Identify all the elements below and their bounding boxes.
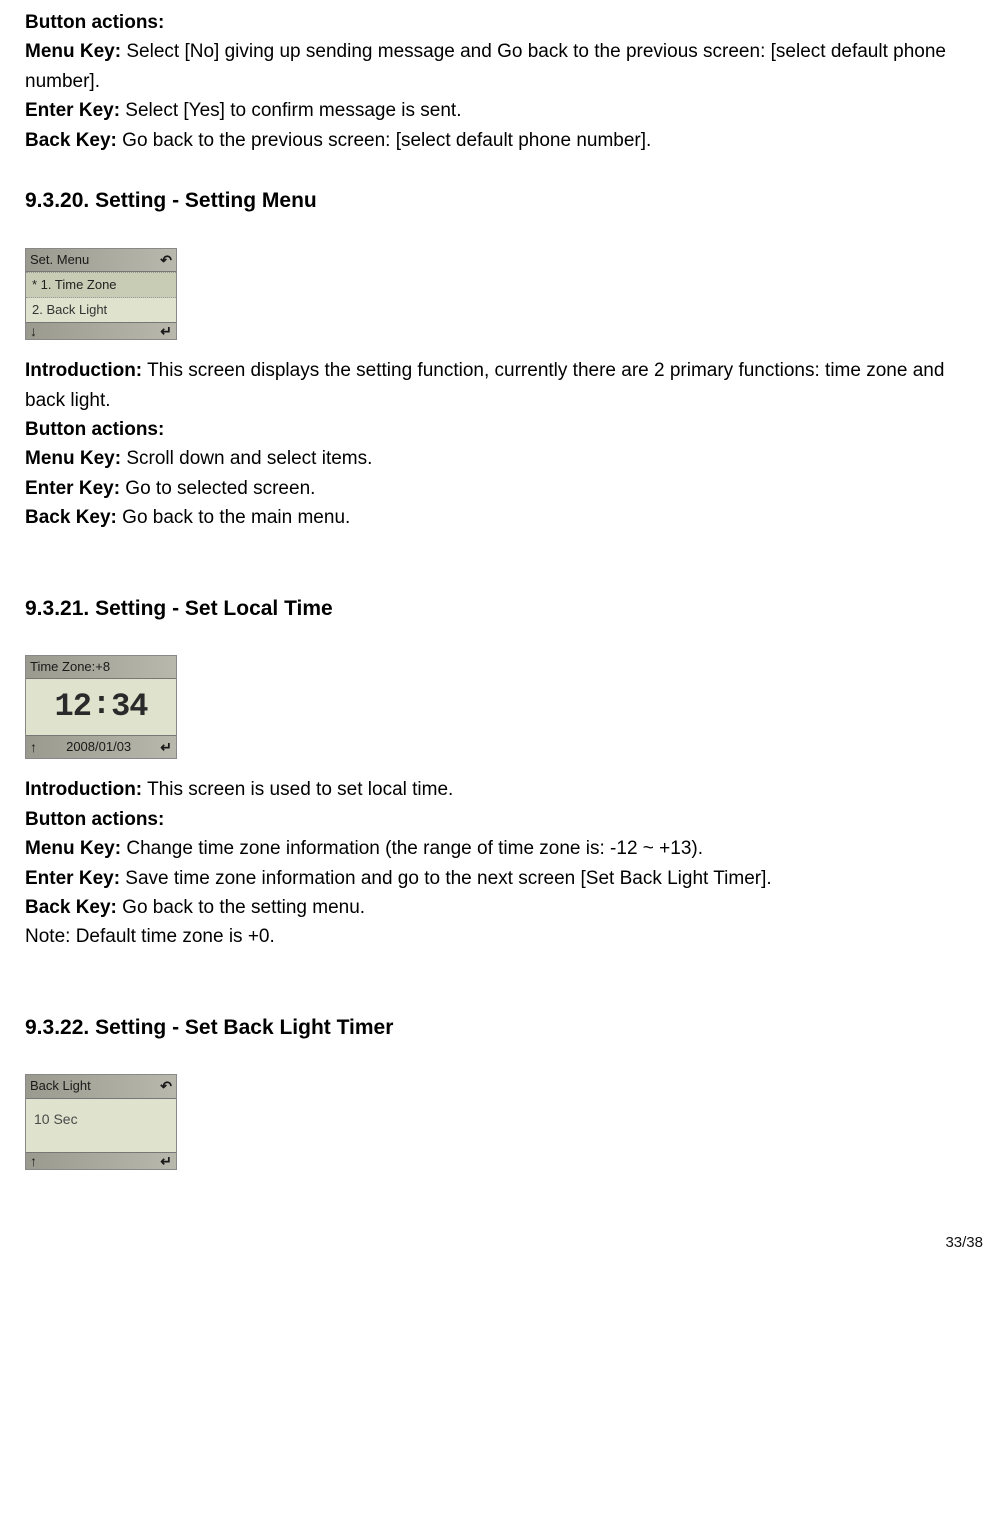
screen-titlebar: Time Zone:+8	[26, 656, 176, 679]
back-icon: ↶	[160, 253, 172, 267]
screen-body: * 1. Time Zone 2. Back Light	[26, 272, 176, 322]
heading-9-3-20: 9.3.20. Setting - Setting Menu	[25, 185, 983, 218]
back-icon: ↶	[160, 1079, 172, 1093]
time-zone-screenshot: Time Zone:+8 12:34 ↑ 2008/01/03 ↵	[25, 655, 177, 759]
intro-label: Introduction:	[25, 779, 142, 800]
up-arrow-icon: ↑	[30, 740, 37, 754]
screen-footer: ↑ ↵	[26, 1152, 176, 1169]
footer-date: 2008/01/03	[37, 737, 160, 757]
menu-key-text: Scroll down and select items.	[121, 448, 372, 469]
heading-number: 9.3.20.	[25, 189, 89, 212]
screen-footer: ↓ ↵	[26, 322, 176, 339]
screen-title: Time Zone:+8	[30, 657, 110, 677]
screen-titlebar: Set. Menu ↶	[26, 249, 176, 272]
intro-label: Introduction:	[25, 360, 142, 381]
menu-item-time-zone: * 1. Time Zone	[26, 272, 176, 298]
down-arrow-icon: ↓	[30, 324, 37, 338]
heading-9-3-21: 9.3.21. Setting - Set Local Time	[25, 593, 983, 626]
button-actions-label: Button actions:	[25, 12, 164, 33]
page-number: 33/38	[25, 1231, 983, 1254]
button-actions-label: Button actions:	[25, 419, 164, 440]
clock-display: 12:34	[26, 679, 176, 735]
menu-key-label: Menu Key:	[25, 838, 121, 859]
enter-key-label: Enter Key:	[25, 100, 120, 121]
enter-icon: ↵	[160, 740, 172, 754]
enter-key-label: Enter Key:	[25, 868, 120, 889]
back-light-screenshot: Back Light ↶ 10 Sec ↑ ↵	[25, 1074, 177, 1170]
screen-title: Back Light	[30, 1076, 91, 1096]
menu-key-text: Select [No] giving up sending message an…	[25, 41, 946, 91]
back-key-text: Go back to the setting menu.	[117, 897, 365, 918]
button-actions-label: Button actions:	[25, 809, 164, 830]
enter-icon: ↵	[160, 1154, 172, 1168]
note-text: Note: Default time zone is +0.	[25, 922, 983, 951]
clock-time: 12	[54, 682, 90, 732]
enter-key-text: Save time zone information and go to the…	[120, 868, 772, 889]
back-key-label: Back Key:	[25, 897, 117, 918]
heading-title: Setting - Setting Menu	[95, 189, 317, 212]
heading-9-3-22: 9.3.22. Setting - Set Back Light Timer	[25, 1012, 983, 1045]
back-key-text: Go back to the main menu.	[117, 507, 350, 528]
enter-icon: ↵	[160, 324, 172, 338]
up-arrow-icon: ↑	[30, 1154, 37, 1168]
section-9-3-20-body: Introduction: This screen displays the s…	[25, 356, 983, 533]
screen-title: Set. Menu	[30, 250, 89, 270]
section-continued: Button actions: Menu Key: Select [No] gi…	[25, 8, 983, 155]
heading-number: 9.3.21.	[25, 597, 89, 620]
menu-key-text: Change time zone information (the range …	[121, 838, 703, 859]
screen-footer: ↑ 2008/01/03 ↵	[26, 735, 176, 758]
screen-titlebar: Back Light ↶	[26, 1075, 176, 1098]
enter-key-text: Select [Yes] to confirm message is sent.	[120, 100, 461, 121]
intro-text: This screen displays the setting functio…	[25, 360, 944, 410]
enter-key-label: Enter Key:	[25, 478, 120, 499]
back-key-label: Back Key:	[25, 507, 117, 528]
set-menu-screenshot: Set. Menu ↶ * 1. Time Zone 2. Back Light…	[25, 248, 177, 340]
section-9-3-21-body: Introduction: This screen is used to set…	[25, 775, 983, 952]
intro-text: This screen is used to set local time.	[142, 779, 453, 800]
menu-key-label: Menu Key:	[25, 448, 121, 469]
heading-title: Setting - Set Back Light Timer	[95, 1016, 393, 1039]
back-key-label: Back Key:	[25, 130, 117, 151]
menu-item-back-light: 2. Back Light	[26, 298, 176, 322]
enter-key-text: Go to selected screen.	[120, 478, 315, 499]
heading-number: 9.3.22.	[25, 1016, 89, 1039]
menu-key-label: Menu Key:	[25, 41, 121, 62]
back-key-text: Go back to the previous screen: [select …	[117, 130, 651, 151]
back-light-value: 10 Sec	[26, 1099, 176, 1153]
heading-title: Setting - Set Local Time	[95, 597, 333, 620]
